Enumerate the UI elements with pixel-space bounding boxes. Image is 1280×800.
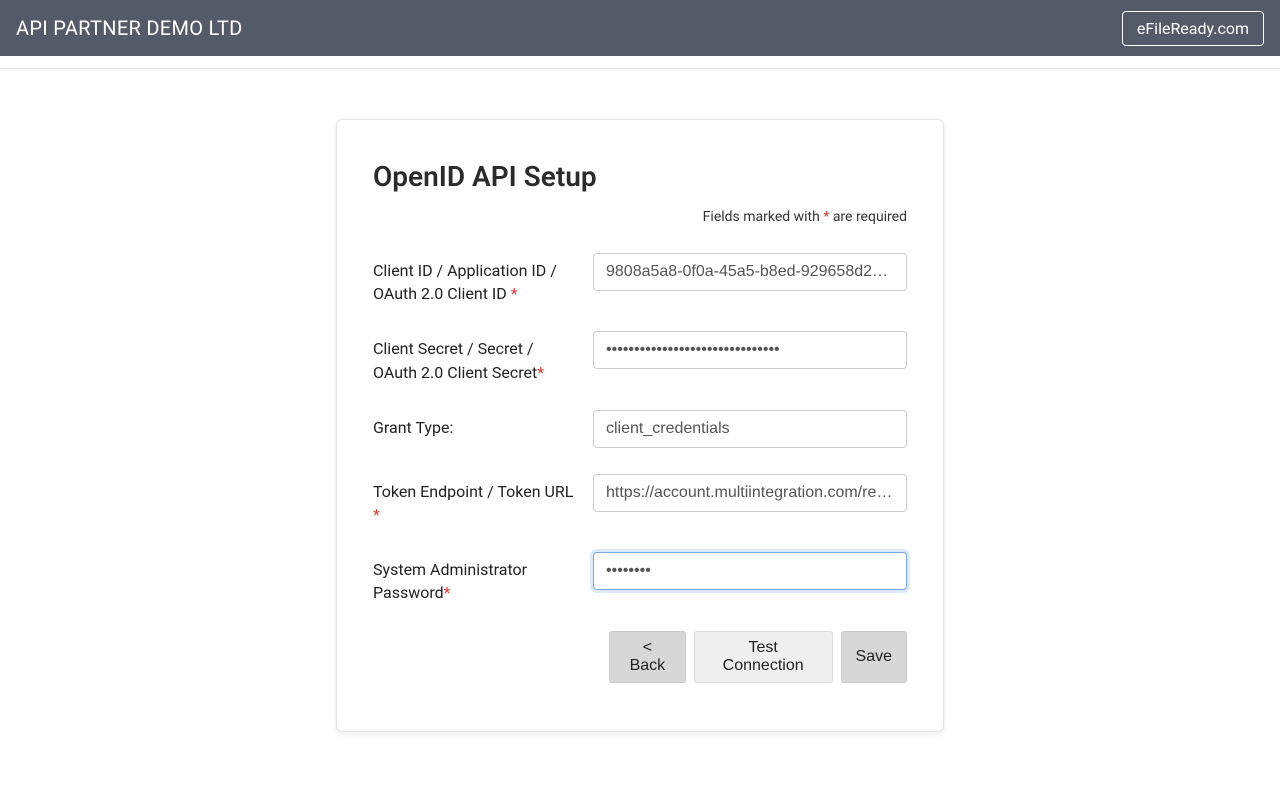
label-client-id: Client ID / Application ID / OAuth 2.0 C… <box>373 253 593 305</box>
grant-type-input[interactable] <box>593 410 907 448</box>
token-endpoint-input[interactable] <box>593 474 907 512</box>
save-button[interactable]: Save <box>841 631 907 683</box>
button-row: < Back Test Connection Save <box>609 631 907 683</box>
setup-card: OpenID API Setup Fields marked with * ar… <box>336 119 944 732</box>
label-token-endpoint: Token Endpoint / Token URL * <box>373 474 593 526</box>
asterisk-icon: * <box>537 363 544 382</box>
label-client-id-text: Client ID / Application ID / OAuth 2.0 C… <box>373 261 557 303</box>
row-grant-type: Grant Type: <box>373 410 907 448</box>
top-bar: API PARTNER DEMO LTD eFileReady.com <box>0 0 1280 56</box>
asterisk-icon: * <box>444 583 451 602</box>
required-note-prefix: Fields marked with <box>703 209 824 225</box>
required-fields-note: Fields marked with * are required <box>373 209 907 225</box>
page-title: OpenID API Setup <box>373 160 907 193</box>
content-area: OpenID API Setup Fields marked with * ar… <box>0 69 1280 732</box>
asterisk-icon: * <box>373 505 380 524</box>
label-client-secret: Client Secret / Secret / OAuth 2.0 Clien… <box>373 331 593 383</box>
row-client-secret: Client Secret / Secret / OAuth 2.0 Clien… <box>373 331 907 383</box>
label-token-endpoint-text: Token Endpoint / Token URL <box>373 482 573 501</box>
row-admin-password: System Administrator Password* <box>373 552 907 604</box>
label-grant-type-text: Grant Type: <box>373 418 453 437</box>
brand-title: API PARTNER DEMO LTD <box>16 16 243 40</box>
required-note-suffix: are required <box>829 209 907 225</box>
client-id-input[interactable] <box>593 253 907 291</box>
row-token-endpoint: Token Endpoint / Token URL * <box>373 474 907 526</box>
client-secret-input[interactable] <box>593 331 907 369</box>
admin-password-input[interactable] <box>593 552 907 590</box>
test-connection-button[interactable]: Test Connection <box>694 631 833 683</box>
back-button[interactable]: < Back <box>609 631 686 683</box>
site-link-button[interactable]: eFileReady.com <box>1122 11 1264 46</box>
row-client-id: Client ID / Application ID / OAuth 2.0 C… <box>373 253 907 305</box>
label-client-secret-text: Client Secret / Secret / OAuth 2.0 Clien… <box>373 339 537 381</box>
asterisk-icon: * <box>511 284 518 303</box>
sub-bar <box>0 56 1280 69</box>
label-admin-password: System Administrator Password* <box>373 552 593 604</box>
label-grant-type: Grant Type: <box>373 410 593 439</box>
